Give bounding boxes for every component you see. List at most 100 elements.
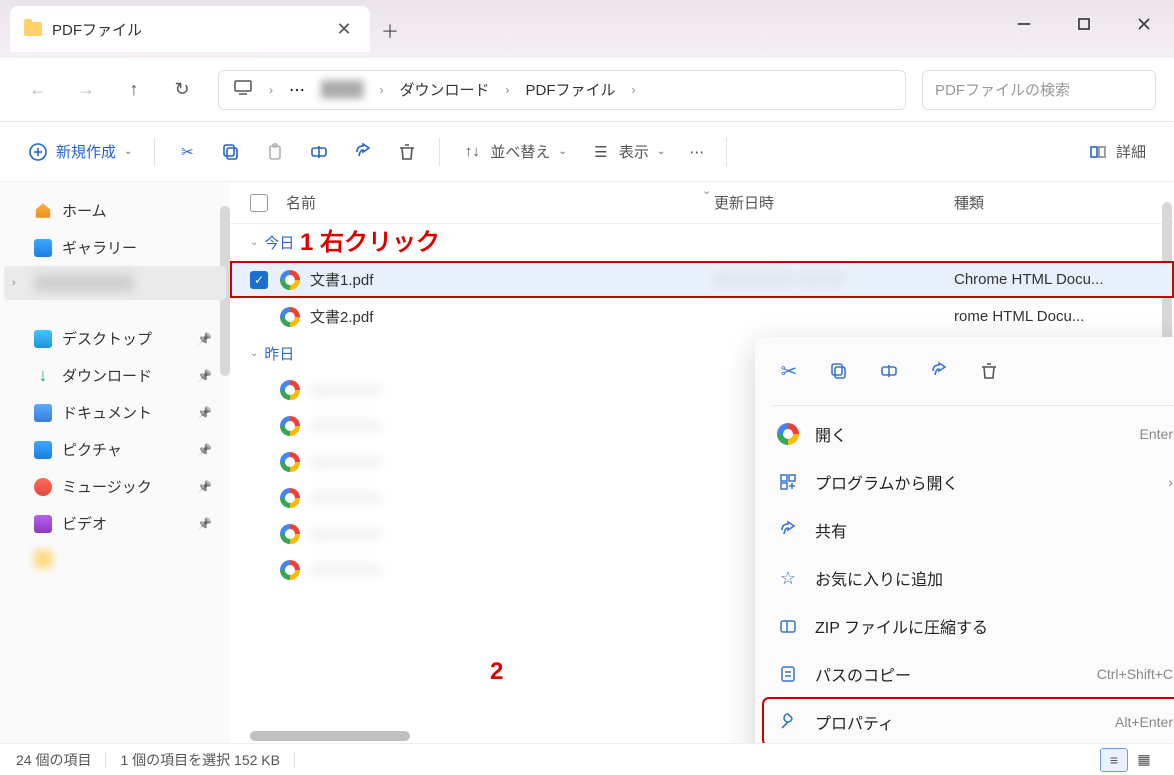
ctx-shortcut: Ctrl+Shift+C [1097, 666, 1173, 682]
view-button[interactable]: ☰ 表示 ⌄ [581, 132, 675, 172]
chevron-down-icon: ⌄ [124, 146, 132, 157]
search-input[interactable]: PDFファイルの検索 [922, 70, 1156, 110]
group-today[interactable]: ⌄今日 [230, 224, 1174, 261]
scissors-icon: ✂ [177, 142, 197, 162]
chrome-icon [280, 307, 300, 327]
more-icon[interactable]: ⋯ [289, 80, 305, 100]
sidebar-item-video[interactable]: ビデオ [4, 505, 226, 542]
up-button[interactable]: ↑ [114, 70, 154, 110]
new-button[interactable]: 新規作成 ⌄ [18, 132, 142, 172]
sidebar-item-label: ギャラリー [62, 237, 137, 258]
new-tab-button[interactable]: ＋ [370, 18, 410, 44]
col-date[interactable]: 更新日時 [714, 192, 954, 213]
file-type: rome HTML Docu... [954, 308, 1154, 325]
separator [294, 752, 295, 768]
separator [771, 405, 1174, 406]
star-icon: ☆ [777, 567, 799, 589]
ctx-label: パスのコピー [815, 662, 1081, 686]
minimize-button[interactable] [994, 4, 1054, 44]
copy-button[interactable] [817, 351, 861, 391]
sidebar-item-pictures[interactable]: ピクチャ [4, 431, 226, 468]
forward-button[interactable]: → [66, 70, 106, 110]
details-button[interactable]: 詳細 [1078, 132, 1156, 172]
ctx-openwith[interactable]: プログラムから開く› [763, 458, 1174, 506]
sidebar-item-music[interactable]: ミュージック [4, 468, 226, 505]
trash-icon [397, 142, 417, 162]
details-view-button[interactable]: ≡ [1100, 748, 1128, 772]
group-label: 今日 [264, 232, 294, 253]
sort-button[interactable]: ↑↓ 並べ替え ⌄ [452, 132, 576, 172]
chevron-down-icon[interactable]: ⌄ [702, 184, 711, 197]
copy-icon [221, 142, 241, 162]
sidebar-item-documents[interactable]: ドキュメント [4, 394, 226, 431]
address-bar[interactable]: › ⋯ ████ › ダウンロード › PDFファイル › [218, 70, 906, 110]
breadcrumb-redacted[interactable]: ████ [321, 81, 364, 98]
file-name: 文書2.pdf [310, 306, 714, 327]
chevron-right-icon: › [632, 83, 636, 97]
back-button[interactable]: ← [18, 70, 58, 110]
share-button[interactable] [343, 132, 383, 172]
ctx-copypath[interactable]: パスのコピー Ctrl+Shift+C [763, 650, 1174, 698]
close-button[interactable] [1114, 4, 1174, 44]
maximize-button[interactable] [1054, 4, 1114, 44]
annotation-2: 2 [490, 658, 503, 686]
status-count: 24 個の項目 [16, 750, 91, 770]
select-all-checkbox[interactable] [250, 194, 268, 212]
col-type[interactable]: 種類 [954, 192, 1154, 213]
tab-close-button[interactable]: ✕ [332, 19, 356, 40]
sidebar-item-downloads[interactable]: ↓ダウンロード [4, 357, 226, 394]
ctx-zip[interactable]: ZIP ファイルに圧縮する [763, 602, 1174, 650]
gallery-icon [34, 239, 52, 257]
tab[interactable]: PDFファイル ✕ [10, 6, 370, 52]
ctx-label: ZIP ファイルに圧縮する [815, 614, 1173, 638]
breadcrumb-pdffiles[interactable]: PDFファイル [526, 79, 616, 100]
paste-button[interactable] [255, 132, 295, 172]
delete-button[interactable] [387, 132, 427, 172]
separator [439, 138, 440, 166]
rename-button[interactable] [867, 351, 911, 391]
share-icon [777, 519, 799, 541]
sidebar-item-label: ドキュメント [62, 402, 152, 423]
file-row[interactable]: 文書2.pdf rome HTML Docu... [230, 298, 1174, 335]
ctx-favorite[interactable]: ☆お気に入りに追加 [763, 554, 1174, 602]
ctx-label: 開く [815, 422, 1124, 446]
cut-button[interactable]: ✂ [767, 351, 811, 391]
copy-button[interactable] [211, 132, 251, 172]
view-label: 表示 [619, 141, 649, 162]
ctx-label: 共有 [815, 518, 1173, 542]
document-icon [34, 404, 52, 422]
sidebar-item-gallery[interactable]: ギャラリー [4, 229, 226, 266]
copypath-icon [777, 663, 799, 685]
sidebar-item-home[interactable]: ホーム [4, 192, 226, 229]
ctx-share[interactable]: 共有 [763, 506, 1174, 554]
list-icon: ☰ [591, 142, 611, 162]
horizontal-scrollbar[interactable] [250, 731, 410, 741]
sidebar-item-desktop[interactable]: デスクトップ [4, 320, 226, 357]
refresh-button[interactable]: ↻ [162, 70, 202, 110]
breadcrumb-downloads[interactable]: ダウンロード [400, 79, 490, 100]
more-button[interactable]: ⋯ [679, 132, 714, 172]
share-button[interactable] [917, 351, 961, 391]
icons-view-button[interactable]: ▦ [1130, 748, 1158, 772]
sidebar-item-blurred[interactable] [4, 542, 226, 576]
ctx-properties[interactable]: プロパティAlt+Enter [763, 698, 1174, 743]
chevron-right-icon: › [12, 277, 16, 289]
desktop-icon [34, 330, 52, 348]
chrome-icon [777, 423, 799, 445]
context-menu: ✂ 開くEnter プログラムから開く› 共有 ☆お気に入りに追加 ZIP ファ… [755, 337, 1174, 743]
cut-button[interactable]: ✂ [167, 132, 207, 172]
details-label: 詳細 [1116, 141, 1146, 162]
file-row-selected[interactable]: ✓ 文書1.pdf 2024/XX/XX XX:XX Chrome HTML D… [230, 261, 1174, 298]
rename-button[interactable] [299, 132, 339, 172]
sidebar-item-redacted[interactable]: › [4, 266, 226, 300]
sidebar-item-label: ホーム [62, 200, 107, 221]
col-name[interactable]: 名前 [286, 192, 714, 213]
separator [105, 752, 106, 768]
sidebar-item-label: ミュージック [62, 476, 152, 497]
ctx-open[interactable]: 開くEnter [763, 410, 1174, 458]
delete-button[interactable] [967, 351, 1011, 391]
sidebar: ホーム ギャラリー › デスクトップ ↓ダウンロード ドキュメント ピクチャ ミ… [0, 182, 230, 743]
download-icon: ↓ [34, 367, 52, 385]
row-checkbox[interactable]: ✓ [250, 271, 268, 289]
home-icon [34, 202, 52, 220]
